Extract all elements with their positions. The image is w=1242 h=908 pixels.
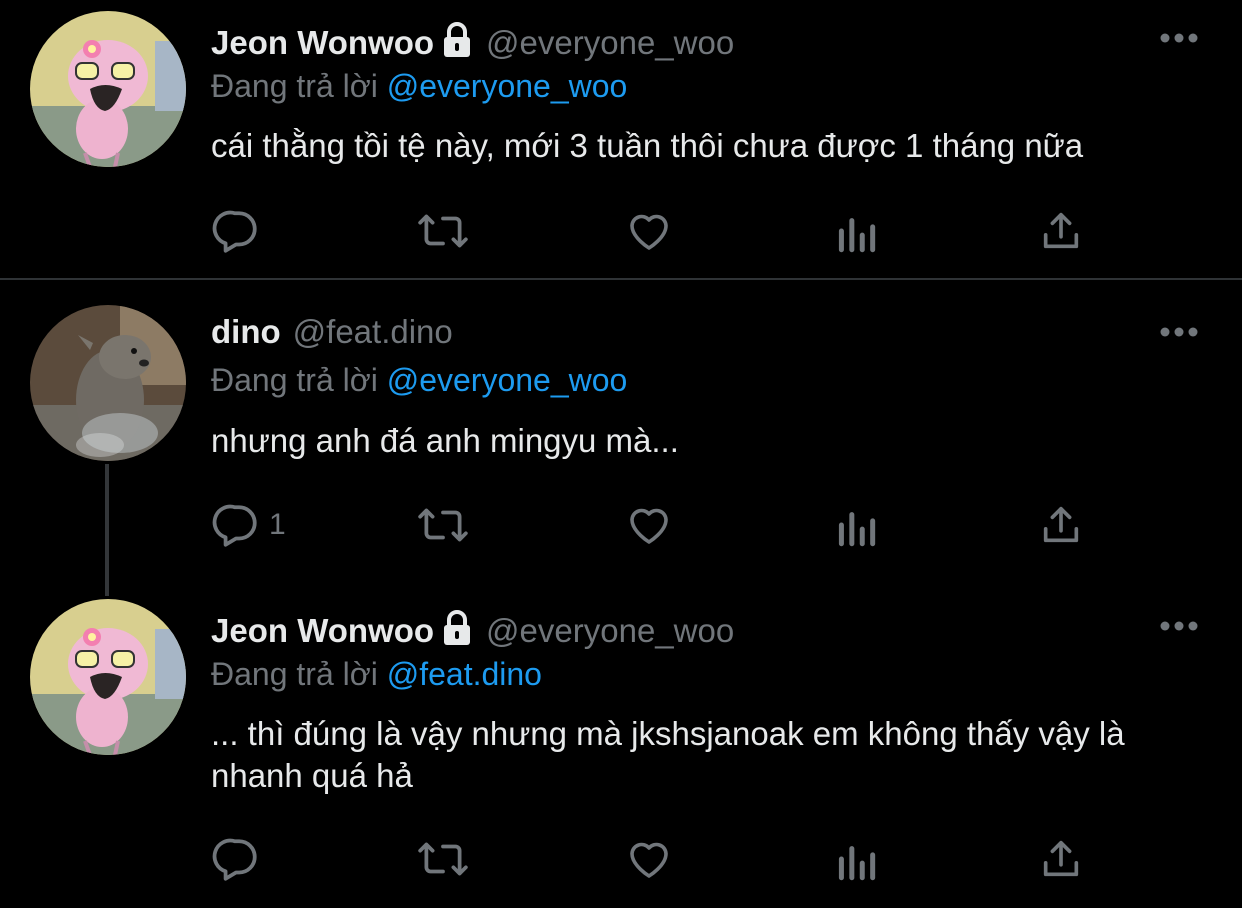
like-button[interactable] [625,834,673,884]
tweet-header: Jeon Wonwoo @everyone_woo [211,606,734,656]
reply-prefix: Đang trả lời [211,656,378,692]
tweet-3[interactable]: Jeon Wonwoo @everyone_woo Đang trả lời @… [0,598,1242,908]
handle[interactable]: @everyone_woo [486,612,734,650]
reply-prefix: Đang trả lời [211,68,378,104]
handle[interactable]: @feat.dino [293,313,453,351]
reply-button[interactable] [211,206,269,256]
share-icon [1043,212,1079,249]
reply-button[interactable]: 1 [211,500,286,550]
views-button[interactable] [835,834,877,884]
tweet-text: cái thằng tồi tệ này, mới 3 tuần thôi ch… [211,127,1084,164]
retweet-icon [418,508,468,542]
heart-icon [630,214,668,250]
avatar-otter[interactable] [30,305,186,461]
more-icon[interactable] [1158,325,1200,339]
thread-line [105,464,109,596]
tweet-header: Jeon Wonwoo @everyone_woo [211,18,734,68]
share-button[interactable] [1038,500,1084,550]
reply-to-link[interactable]: @everyone_woo [387,362,628,398]
share-icon [1043,840,1079,877]
share-icon [1043,506,1079,543]
reply-icon [212,504,257,547]
reply-to-link[interactable]: @everyone_woo [387,68,628,104]
retweet-button[interactable] [416,834,470,884]
reply-button[interactable] [211,834,269,884]
more-icon[interactable] [1158,31,1200,45]
share-button[interactable] [1038,834,1084,884]
analytics-icon [838,846,876,881]
tweet-2[interactable]: dino @feat.dino Đang trả lời @everyone_w… [0,280,1242,598]
display-name[interactable]: Jeon Wonwoo [211,24,434,62]
lock-icon [440,22,474,58]
lock-icon [440,610,474,646]
action-bar [211,206,1111,256]
reply-icon [212,838,257,881]
tweet-1[interactable]: Jeon Wonwoo @everyone_woo Đang trả lời @… [0,0,1242,278]
retweet-button[interactable] [416,500,470,550]
analytics-icon [838,218,876,253]
replying-to: Đang trả lời @feat.dino [211,656,542,693]
reply-count: 1 [269,508,286,541]
action-bar [211,834,1111,884]
heart-icon [630,842,668,878]
replying-to: Đang trả lời @everyone_woo [211,68,627,105]
views-button[interactable] [835,206,877,256]
reply-prefix: Đang trả lời [211,362,378,398]
tweet-header: dino @feat.dino [211,307,453,357]
reply-to-link[interactable]: @feat.dino [387,656,542,692]
share-button[interactable] [1038,206,1084,256]
more-icon[interactable] [1158,619,1200,633]
handle[interactable]: @everyone_woo [486,24,734,62]
action-bar: 1 [211,500,1111,550]
reply-icon [212,210,257,253]
avatar-sheep[interactable] [30,599,186,755]
analytics-icon [838,512,876,547]
heart-icon [630,508,668,544]
tweet-text: ... thì đúng là vậy nhưng mà jkshsjanoak… [211,715,1125,794]
like-button[interactable] [625,206,673,256]
retweet-icon [418,842,468,876]
like-button[interactable] [625,500,673,550]
replying-to: Đang trả lời @everyone_woo [211,362,627,399]
display-name[interactable]: dino [211,313,281,351]
retweet-icon [418,214,468,248]
tweet-text: nhưng anh đá anh mingyu mà... [211,422,679,459]
display-name[interactable]: Jeon Wonwoo [211,612,434,650]
retweet-button[interactable] [416,206,470,256]
views-button[interactable] [835,500,877,550]
avatar-sheep[interactable] [30,11,186,167]
